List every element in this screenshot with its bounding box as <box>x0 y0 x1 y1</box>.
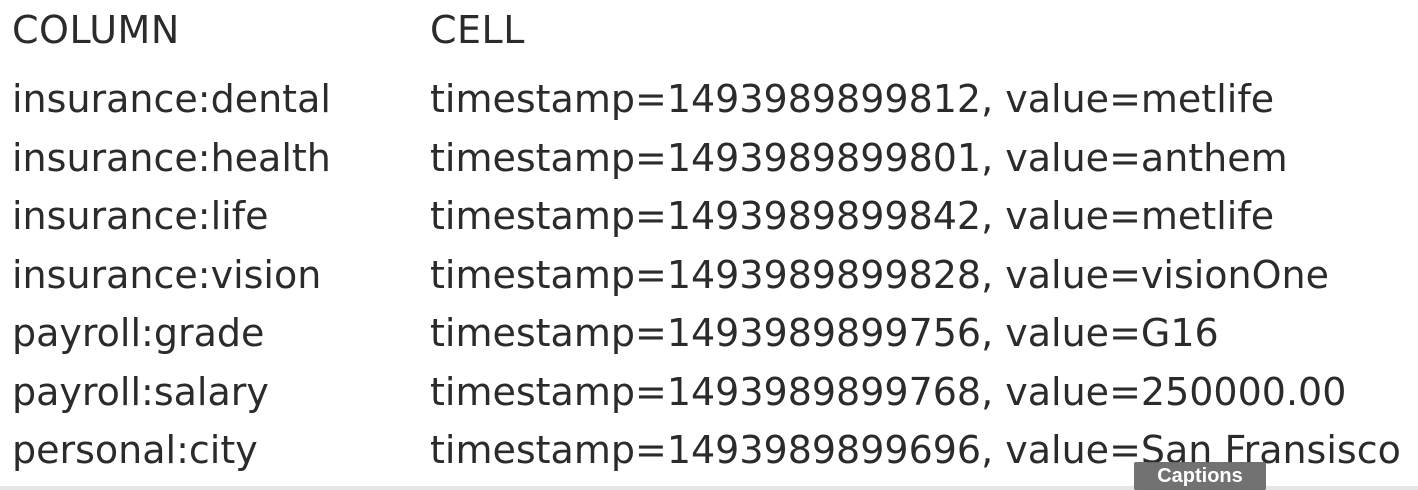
column-name: insurance:life <box>12 194 269 238</box>
cell-value: timestamp=1493989899768, value=250000.00 <box>430 369 1347 414</box>
table-row: insurance:dental timestamp=1493989899812… <box>0 72 1418 131</box>
table-row: payroll:salary timestamp=1493989899768, … <box>0 365 1418 424</box>
column-name: personal:city <box>12 428 258 472</box>
table-body: insurance:dental timestamp=1493989899812… <box>0 72 1418 482</box>
cell-value: timestamp=1493989899756, value=G16 <box>430 311 1219 355</box>
cell-value: timestamp=1493989899812, value=metlife <box>430 77 1275 121</box>
table-header: COLUMN CELL <box>0 4 1418 56</box>
column-name: payroll:grade <box>12 311 265 355</box>
column-name: payroll:salary <box>12 369 269 414</box>
column-name: insurance:health <box>12 135 331 180</box>
table-row: insurance:health timestamp=1493989899801… <box>0 131 1418 190</box>
column-name: insurance:vision <box>12 252 322 297</box>
table-row: payroll:grade timestamp=1493989899756, v… <box>0 306 1418 365</box>
table-row: insurance:life timestamp=1493989899842, … <box>0 189 1418 248</box>
cell-value: timestamp=1493989899842, value=metlife <box>430 194 1275 238</box>
column-name: insurance:dental <box>12 77 331 121</box>
cell-header: CELL <box>430 8 525 52</box>
cell-value: timestamp=1493989899801, value=anthem <box>430 135 1288 180</box>
table-row: insurance:vision timestamp=1493989899828… <box>0 248 1418 307</box>
column-header: COLUMN <box>12 8 180 52</box>
video-frame: COLUMN CELL insurance:dental timestamp=1… <box>0 0 1418 490</box>
cell-value: timestamp=1493989899828, value=visionOne <box>430 252 1330 297</box>
captions-button[interactable]: Captions <box>1134 462 1266 490</box>
